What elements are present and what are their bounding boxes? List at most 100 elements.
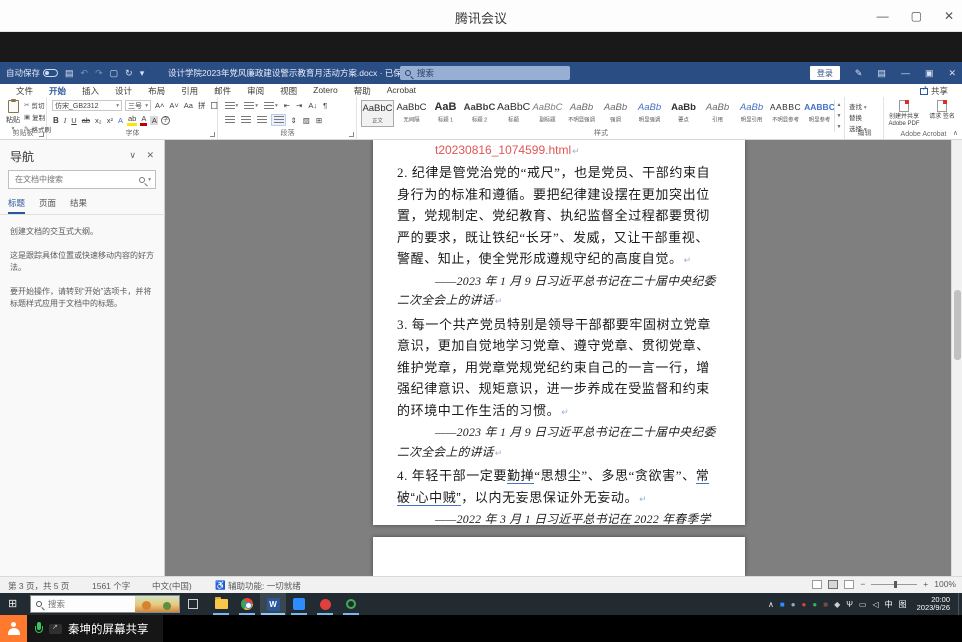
nav-close-icon[interactable]: ✕ bbox=[146, 150, 154, 161]
shrink-font-button[interactable]: A˅ bbox=[168, 101, 179, 110]
style-card-正文[interactable]: AaBbC正文 bbox=[361, 100, 394, 127]
start-button[interactable]: ⊞ bbox=[8, 597, 17, 610]
style-card-无间隔[interactable]: AaBbC无间隔 bbox=[395, 100, 428, 127]
word-search-input[interactable] bbox=[415, 67, 535, 79]
style-card-标题 2[interactable]: AaBbC标题 2 bbox=[463, 100, 496, 127]
zoom-in-icon[interactable]: + bbox=[923, 579, 928, 589]
strikethrough-button[interactable]: ab bbox=[81, 116, 91, 125]
dialog-launcher-icon[interactable] bbox=[210, 132, 215, 137]
hidden-icons-icon[interactable]: ∧ bbox=[768, 600, 774, 609]
tray-mic-icon[interactable]: Ψ bbox=[846, 600, 853, 609]
font-size-select[interactable]: 三号▾ bbox=[125, 100, 151, 111]
read-mode-icon[interactable] bbox=[812, 580, 822, 589]
nav-chevron-down-icon[interactable]: ∨ bbox=[129, 150, 136, 161]
tray-cloud-icon[interactable]: ● bbox=[791, 600, 796, 609]
taskbar-app-app-green[interactable] bbox=[338, 593, 364, 615]
zoom-slider[interactable] bbox=[871, 584, 917, 585]
character-border-button[interactable]: 囗 bbox=[209, 100, 219, 111]
screen-share-indicator[interactable]: 秦坤的屏幕共享 bbox=[27, 615, 163, 642]
style-card-引用[interactable]: AaBb引用 bbox=[701, 100, 734, 127]
sort-icon[interactable]: A↓ bbox=[307, 100, 319, 111]
phonetic-guide-button[interactable]: 拼 bbox=[197, 100, 207, 111]
vertical-scrollbar[interactable] bbox=[951, 140, 962, 576]
dialog-launcher-icon[interactable] bbox=[39, 132, 44, 137]
nav-tab-页面[interactable]: 页面 bbox=[39, 197, 56, 214]
word-close-icon[interactable]: ✕ bbox=[948, 68, 956, 79]
redo-icon[interactable]: ↷ bbox=[95, 68, 103, 79]
line-spacing-icon[interactable]: ⇕ bbox=[289, 115, 298, 126]
close-icon[interactable]: ✕ bbox=[944, 9, 954, 23]
style-card-副标题[interactable]: AaBbC副标题 bbox=[531, 100, 564, 127]
page-indicator[interactable]: 第 3 页，共 5 页 bbox=[8, 580, 69, 592]
scrollbar-thumb[interactable] bbox=[954, 290, 961, 360]
font-family-select[interactable]: 仿宋_GB2312▾ bbox=[52, 100, 122, 111]
style-card-不明显强调[interactable]: AaBb不明显强调 bbox=[565, 100, 598, 127]
maximize-icon[interactable]: ▢ bbox=[911, 9, 922, 23]
style-card-标题[interactable]: AaBbC标题 bbox=[497, 100, 530, 127]
decrease-indent-icon[interactable]: ⇤ bbox=[282, 100, 291, 111]
taskbar-app-app-red[interactable] bbox=[312, 593, 338, 615]
style-card-明显引用[interactable]: AaBb明显引用 bbox=[735, 100, 768, 127]
tray-display-icon[interactable]: ▭ bbox=[859, 600, 867, 609]
style-card-标题 1[interactable]: AaB标题 1 bbox=[429, 100, 462, 127]
paste-button[interactable]: 粘贴 ▾ bbox=[4, 100, 22, 128]
grow-font-button[interactable]: A˄ bbox=[154, 101, 165, 110]
history-icon[interactable]: ↻ bbox=[125, 68, 133, 79]
save-icon[interactable]: ▤ bbox=[65, 68, 74, 79]
print-layout-icon[interactable] bbox=[828, 580, 838, 589]
style-card-明显强调[interactable]: AaBb明显强调 bbox=[633, 100, 666, 127]
zoom-out-icon[interactable]: − bbox=[860, 579, 865, 589]
nav-search-box[interactable]: ▾ bbox=[8, 170, 156, 189]
word-minimize-icon[interactable]: — bbox=[901, 68, 910, 78]
ime-lang-icon[interactable]: 中 bbox=[885, 599, 893, 610]
tray-app-icon[interactable]: ■ bbox=[823, 600, 828, 609]
style-card-明显参考[interactable]: AABBC明显参考 bbox=[803, 100, 836, 127]
pen-icon[interactable]: ✎ bbox=[855, 68, 863, 79]
taskbar-app-tencent-docs[interactable] bbox=[286, 593, 312, 615]
find-button[interactable]: 查找 ▾ bbox=[849, 101, 867, 111]
numbering-icon[interactable]: ▾ bbox=[243, 101, 260, 111]
tray-meeting-icon[interactable]: ■ bbox=[780, 600, 785, 609]
align-left-icon[interactable] bbox=[223, 115, 236, 125]
document-page-2[interactable] bbox=[373, 537, 745, 576]
highlight-button[interactable]: ab bbox=[127, 114, 137, 126]
ribbon-options-icon[interactable]: ▤ bbox=[877, 68, 886, 79]
collapse-ribbon-icon[interactable]: ∧ bbox=[953, 129, 958, 137]
taskbar-app-file-explorer[interactable] bbox=[208, 593, 234, 615]
shading-icon[interactable]: ▨ bbox=[301, 115, 311, 126]
replace-button[interactable]: 替换 bbox=[849, 112, 862, 122]
minimize-icon[interactable]: — bbox=[877, 9, 889, 23]
multilevel-list-icon[interactable]: ▾ bbox=[263, 101, 280, 111]
news-weather-widget[interactable] bbox=[135, 595, 179, 613]
autosave-toggle[interactable]: 自动保存 bbox=[6, 67, 58, 79]
web-layout-icon[interactable] bbox=[844, 580, 854, 589]
nav-tab-结果[interactable]: 结果 bbox=[70, 197, 87, 214]
copy-button[interactable]: ▣复制 bbox=[24, 112, 51, 122]
font-color-button[interactable]: A bbox=[140, 114, 147, 126]
tray-pin-icon[interactable]: ◆ bbox=[834, 600, 840, 609]
taskbar-search-box[interactable] bbox=[30, 595, 180, 613]
style-card-强调[interactable]: AaBb强调 bbox=[599, 100, 632, 127]
subscript-button[interactable]: x₂ bbox=[94, 116, 103, 125]
task-view-button[interactable] bbox=[188, 599, 198, 609]
taskbar-clock[interactable]: 20:00 2023/9/26 bbox=[917, 596, 950, 613]
word-restore-icon[interactable]: ▣ bbox=[925, 68, 934, 79]
document-icon[interactable]: ▢ bbox=[110, 68, 119, 79]
accessibility-status[interactable]: 辅助功能: 一切就绪 bbox=[228, 580, 301, 592]
text-effects-button[interactable]: A bbox=[117, 116, 124, 125]
word-count[interactable]: 1561 个字 bbox=[92, 580, 130, 592]
italic-button[interactable]: I bbox=[63, 116, 68, 125]
enclose-character-button[interactable]: 字 bbox=[161, 116, 170, 125]
cut-button[interactable]: ✂剪切 bbox=[24, 100, 51, 110]
align-center-icon[interactable] bbox=[239, 115, 252, 125]
tray-volume-icon[interactable]: ◁ bbox=[872, 600, 878, 609]
taskbar-search-input[interactable] bbox=[46, 598, 131, 610]
quickaccess-caret-icon[interactable]: ▾ bbox=[140, 68, 145, 79]
formatting-marks-icon[interactable]: ¶ bbox=[322, 100, 329, 111]
character-shading-button[interactable]: A bbox=[150, 116, 158, 125]
create-share-pdf-button[interactable]: 创建并共享 Adobe PDF bbox=[887, 100, 921, 128]
tray-security-icon[interactable]: ● bbox=[802, 600, 807, 609]
ime-mode-icon[interactable]: 图 bbox=[899, 599, 907, 610]
increase-indent-icon[interactable]: ⇥ bbox=[295, 100, 304, 111]
language-indicator[interactable]: 中文(中国) bbox=[152, 580, 192, 592]
